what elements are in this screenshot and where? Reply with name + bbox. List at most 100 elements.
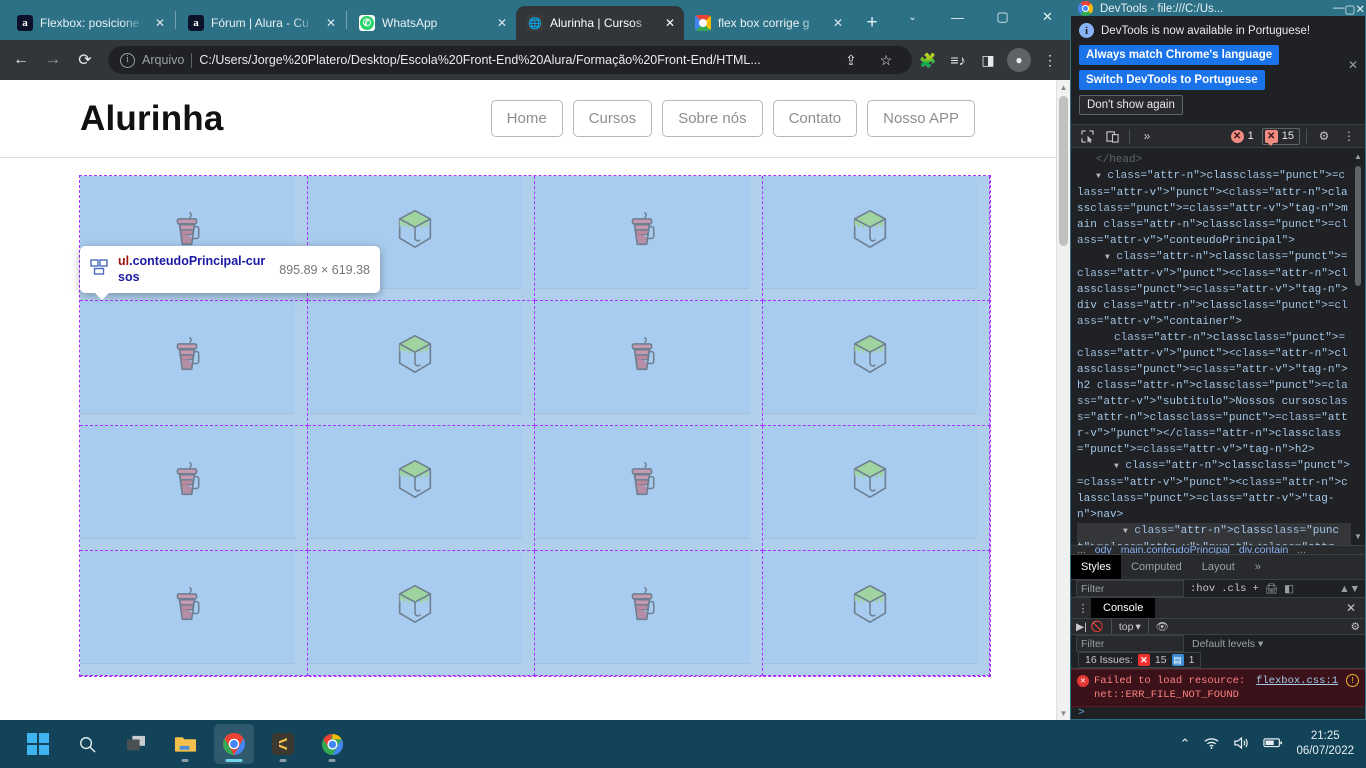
close-button[interactable]: ✕	[1355, 2, 1365, 16]
kebab-menu-icon[interactable]: ⋮	[1075, 602, 1091, 615]
scrollbar-thumb[interactable]	[1355, 166, 1361, 286]
error-count-badge[interactable]: ✕ 1	[1229, 129, 1259, 144]
nav-item-contato[interactable]: Contato	[772, 100, 858, 137]
always-match-language-button[interactable]: Always match Chrome's language	[1079, 45, 1280, 65]
scroll-down-icon[interactable]: ▼	[1353, 532, 1363, 541]
console-levels-dropdown[interactable]: Default levels ▾	[1192, 638, 1263, 650]
console-error-source-link[interactable]: flexbox.css:1	[1256, 674, 1338, 702]
tab-console[interactable]: Console	[1091, 598, 1156, 618]
tray-expand-icon[interactable]: ⌃	[1180, 736, 1191, 752]
expand-arrow-icon[interactable]: ▼	[1123, 527, 1128, 536]
browser-tab-2[interactable]: a Fórum | Alura - Cu ✕	[177, 6, 345, 40]
dom-node[interactable]: ▼ class="attr-n">classclass="punct">=cla…	[1077, 168, 1351, 249]
breadcrumb-item-div[interactable]: div.contain	[1239, 546, 1288, 554]
execute-snippet-icon[interactable]: ▶|	[1076, 621, 1087, 633]
page-scrollbar[interactable]: ▲ ▼	[1056, 80, 1070, 720]
new-tab-button[interactable]: +	[858, 9, 886, 37]
minimize-button[interactable]: —	[935, 0, 980, 34]
back-button[interactable]: ←	[6, 45, 36, 75]
chrome-taskbar-button[interactable]	[214, 724, 254, 764]
toggle-sidebar-icon[interactable]: ◧	[1284, 583, 1294, 595]
new-style-rule-button[interactable]: +	[1252, 583, 1258, 595]
maximize-button[interactable]: ▢	[1344, 2, 1355, 16]
tab-layout[interactable]: Layout	[1192, 555, 1245, 580]
course-card-inner[interactable]	[307, 426, 522, 538]
course-card[interactable]	[762, 176, 990, 301]
course-card-inner[interactable]	[535, 426, 750, 538]
course-card[interactable]	[80, 426, 308, 551]
course-card[interactable]	[535, 176, 763, 301]
course-card-inner[interactable]	[535, 176, 750, 288]
gear-icon[interactable]: ⚙	[1313, 125, 1335, 147]
course-card[interactable]	[535, 301, 763, 426]
expand-arrow-icon[interactable]: ▼	[1114, 462, 1119, 471]
gear-icon[interactable]: ⚙	[1351, 621, 1360, 633]
side-panel-icon[interactable]: ◨	[974, 46, 1002, 74]
cls-toggle[interactable]: .cls	[1221, 583, 1246, 595]
breadcrumb-overflow-right[interactable]: ...	[1297, 546, 1306, 554]
more-panels-icon[interactable]: »	[1136, 125, 1158, 147]
course-card-inner[interactable]	[307, 551, 522, 663]
console-issues-bar[interactable]: 16 Issues: ✕ 15 ▤ 1	[1071, 652, 1365, 669]
breadcrumb-item-body[interactable]: ody	[1095, 546, 1112, 554]
reading-list-icon[interactable]: ≡♪	[944, 46, 972, 74]
switch-to-portuguese-button[interactable]: Switch DevTools to Portuguese	[1079, 70, 1265, 90]
devtools-elements-panel[interactable]: </head> ▼ class="attr-n">classclass="punc…	[1071, 148, 1365, 545]
reload-button[interactable]: ⟳	[70, 45, 100, 75]
browser-tab-3[interactable]: ✆ WhatsApp ✕	[348, 6, 516, 40]
course-card-inner[interactable]	[762, 301, 977, 413]
course-card[interactable]	[307, 551, 535, 676]
tab-computed[interactable]: Computed	[1121, 555, 1192, 580]
expand-arrow-icon[interactable]: ▼	[1096, 172, 1101, 181]
course-card-inner[interactable]	[762, 176, 977, 288]
nav-item-cursos[interactable]: Cursos	[572, 100, 653, 137]
tab-search-icon[interactable]: ⌄	[890, 0, 935, 34]
search-button[interactable]	[67, 724, 107, 764]
styles-filter-input[interactable]: Filter	[1076, 580, 1184, 597]
volume-icon[interactable]	[1233, 736, 1250, 753]
course-card-inner[interactable]	[80, 426, 295, 538]
close-button[interactable]: ✕	[1025, 0, 1070, 34]
device-toolbar-icon[interactable]	[1101, 125, 1123, 147]
course-card[interactable]	[80, 301, 308, 426]
issue-warning-icon[interactable]: !	[1346, 674, 1359, 687]
kebab-menu-icon[interactable]: ⋮	[1338, 125, 1360, 147]
dom-node[interactable]: class="attr-n">classclass="punct">=class…	[1077, 330, 1351, 458]
close-icon[interactable]: ✕	[323, 15, 339, 31]
browser-tab-1[interactable]: a Flexbox: posicione ✕	[6, 6, 174, 40]
dom-tree-scrollbar[interactable]: ▲ ▼	[1353, 152, 1363, 541]
start-button[interactable]	[18, 724, 58, 764]
nav-item-nosso-app[interactable]: Nosso APP	[867, 100, 975, 137]
course-card[interactable]	[80, 551, 308, 676]
course-card-inner[interactable]	[535, 551, 750, 663]
battery-icon[interactable]	[1263, 736, 1283, 752]
scroll-down-icon[interactable]: ▼	[1057, 706, 1070, 720]
course-card[interactable]	[307, 301, 535, 426]
breadcrumb-item-main[interactable]: main.conteudoPrincipal	[1121, 546, 1230, 554]
dom-node[interactable]: ▼ class="attr-n">classclass="punct">=cla…	[1077, 523, 1351, 545]
star-icon[interactable]: ☆	[872, 46, 900, 74]
site-info-icon[interactable]: i	[120, 52, 135, 68]
forward-button[interactable]: →	[38, 45, 68, 75]
clock[interactable]: 21:25 06/07/2022	[1296, 729, 1354, 759]
course-card[interactable]	[762, 301, 990, 426]
file-explorer-button[interactable]	[165, 724, 205, 764]
task-view-button[interactable]	[116, 724, 156, 764]
close-icon[interactable]: ✕	[830, 15, 846, 31]
close-icon[interactable]: ✕	[662, 15, 678, 31]
close-icon[interactable]: ✕	[1348, 58, 1358, 72]
scrollbar-thumb[interactable]	[1059, 96, 1068, 246]
hov-toggle[interactable]: :hov	[1190, 583, 1215, 595]
avatar-icon[interactable]: ●	[1007, 48, 1031, 72]
course-card[interactable]	[762, 426, 990, 551]
live-expression-icon[interactable]: 👁	[1156, 620, 1169, 633]
console-context-selector[interactable]: top ▾	[1119, 621, 1141, 633]
course-card[interactable]	[535, 551, 763, 676]
close-drawer-icon[interactable]: ✕	[1346, 601, 1361, 615]
course-card-inner[interactable]	[307, 301, 522, 413]
puzzle-icon[interactable]: 🧩	[914, 46, 942, 74]
dom-node[interactable]: ▼ class="attr-n">classclass="punct">=cla…	[1077, 249, 1351, 330]
tab-styles[interactable]: Styles	[1071, 554, 1121, 580]
chrome-taskbar-button-2[interactable]	[312, 724, 352, 764]
dom-tree[interactable]: </head> ▼ class="attr-n">classclass="punc…	[1077, 152, 1351, 545]
